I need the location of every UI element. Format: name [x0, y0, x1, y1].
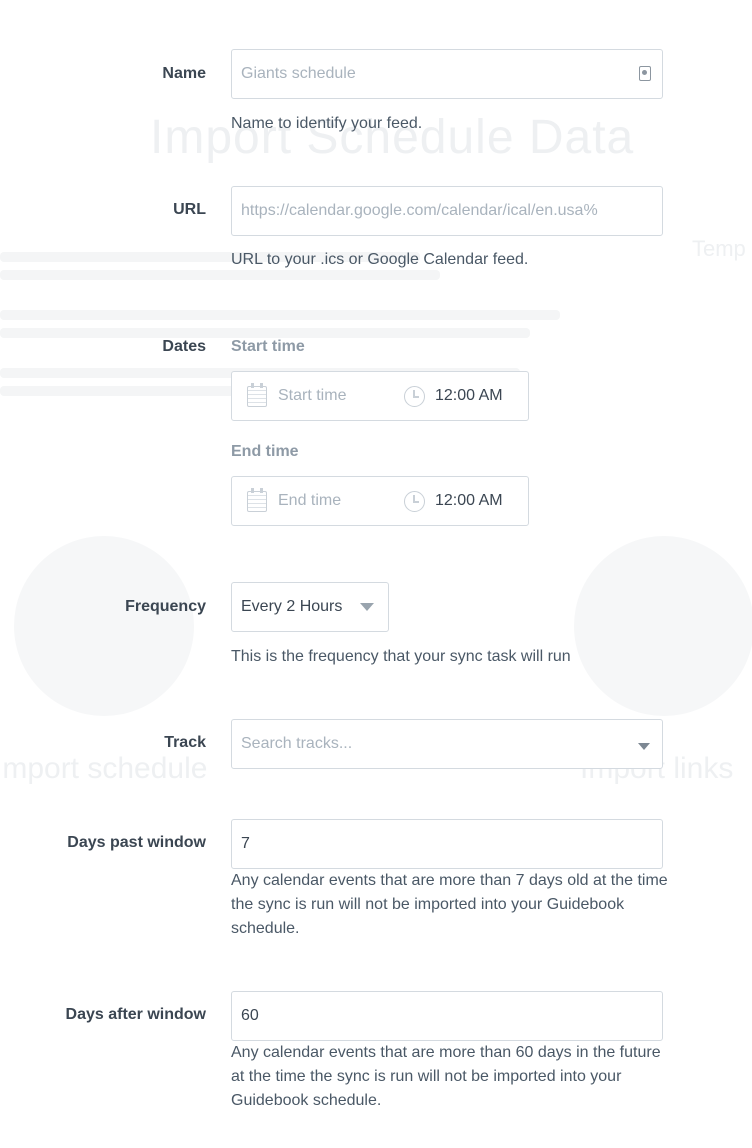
days-past-window-label: Days past window	[67, 834, 206, 851]
end-time-label: End time	[231, 443, 299, 460]
calendar-icon[interactable]	[247, 383, 267, 407]
track-select[interactable]: Search tracks...	[231, 719, 663, 769]
clock-icon[interactable]	[404, 386, 425, 407]
background-page: Import Schedule Data Temp Import schedul…	[0, 0, 752, 1148]
url-label: URL	[173, 201, 206, 218]
clock-icon[interactable]	[404, 491, 425, 512]
contact-card-icon[interactable]	[639, 66, 651, 81]
background-card-right-icon	[574, 536, 752, 716]
track-label: Track	[164, 734, 206, 751]
background-card-left-icon	[14, 536, 194, 716]
days-after-window-value: 60	[241, 1007, 259, 1024]
url-placeholder: https://calendar.google.com/calendar/ica…	[241, 202, 598, 219]
url-help: URL to your .ics or Google Calendar feed…	[231, 251, 529, 268]
chevron-down-icon	[360, 603, 374, 611]
frequency-value: Every 2 Hours	[241, 598, 343, 615]
end-datetime-field[interactable]: End time 12:00 AM	[231, 476, 529, 526]
name-help: Name to identify your feed.	[231, 115, 423, 132]
days-past-window-value: 7	[241, 835, 250, 852]
days-after-window-label: Days after window	[65, 1006, 206, 1023]
days-past-window-input[interactable]: 7	[231, 819, 663, 869]
name-placeholder: Giants schedule	[241, 65, 356, 82]
start-time-input[interactable]: 12:00 AM	[435, 387, 503, 405]
start-time-label: Start time	[231, 338, 305, 355]
track-search-input[interactable]: Search tracks...	[241, 735, 352, 753]
frequency-label: Frequency	[125, 598, 206, 615]
url-input[interactable]: https://calendar.google.com/calendar/ica…	[231, 186, 663, 236]
end-date-input[interactable]: End time	[278, 492, 341, 510]
background-side-heading: Temp	[692, 236, 746, 261]
calendar-icon[interactable]	[247, 488, 267, 512]
start-datetime-field[interactable]: Start time 12:00 AM	[231, 371, 529, 421]
end-time-input[interactable]: 12:00 AM	[435, 492, 503, 510]
frequency-select[interactable]: Every 2 Hours	[231, 582, 389, 632]
start-date-input[interactable]: Start time	[278, 387, 346, 405]
name-input[interactable]: Giants schedule	[231, 49, 663, 99]
frequency-help: This is the frequency that your sync tas…	[231, 648, 571, 665]
chevron-down-icon	[638, 743, 650, 750]
name-label: Name	[162, 65, 206, 82]
background-card-left-title: Import schedule	[0, 752, 208, 785]
days-after-window-help: Any calendar events that are more than 6…	[231, 1044, 661, 1109]
days-after-window-input[interactable]: 60	[231, 991, 663, 1041]
dates-label: Dates	[162, 338, 206, 355]
days-past-window-help: Any calendar events that are more than 7…	[231, 872, 668, 937]
